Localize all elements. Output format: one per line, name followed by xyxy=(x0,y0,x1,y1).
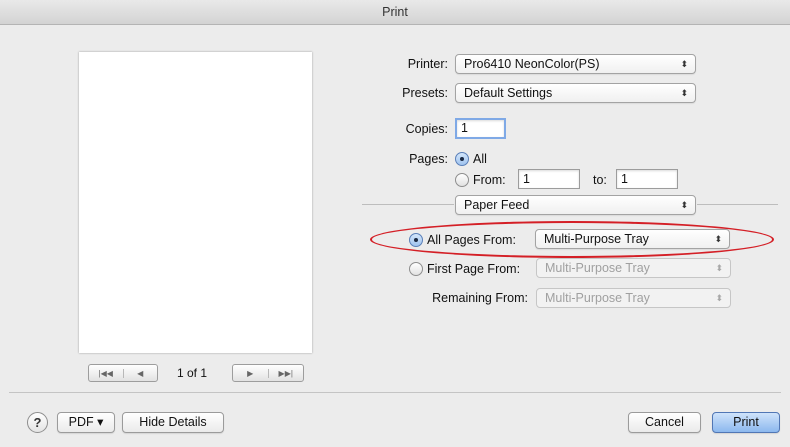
panel-separator-right xyxy=(697,204,778,205)
highlight-annotation-oval xyxy=(370,221,774,258)
preview-page-info: 1 of 1 xyxy=(177,366,208,380)
first-page-from-select[interactable]: Multi-Purpose Tray ⬍ xyxy=(536,258,731,278)
copies-label: Copies: xyxy=(405,122,448,136)
copies-field[interactable]: 1 xyxy=(455,118,506,139)
remaining-from-label: Remaining From: xyxy=(432,291,528,305)
cancel-button[interactable]: Cancel xyxy=(628,412,701,433)
next-page-icon[interactable]: ▶ xyxy=(233,369,268,378)
bottom-separator xyxy=(9,392,781,393)
pages-all-radio[interactable] xyxy=(455,152,469,166)
presets-select[interactable]: Default Settings ⬍ xyxy=(455,83,696,103)
panel-separator-left xyxy=(362,204,454,205)
printer-select-value: Pro6410 NeonColor(PS) xyxy=(464,57,600,71)
printer-label: Printer: xyxy=(407,57,448,71)
pages-from-radio[interactable] xyxy=(455,173,469,187)
first-page-from-radio[interactable] xyxy=(409,262,423,276)
select-arrows-icon: ⬍ xyxy=(680,88,688,98)
presets-select-value: Default Settings xyxy=(464,86,553,100)
window-titlebar: Print xyxy=(0,0,790,25)
preview-nav-forward-group: ▶ ▶▶| xyxy=(232,364,304,382)
last-page-icon[interactable]: ▶▶| xyxy=(267,368,304,378)
select-arrows-icon: ⬍ xyxy=(715,293,723,303)
remaining-from-value: Multi-Purpose Tray xyxy=(545,291,650,305)
pages-to-label: to: xyxy=(593,173,607,187)
print-button[interactable]: Print xyxy=(712,412,780,433)
window-title: Print xyxy=(382,5,408,19)
pages-from-field[interactable]: 1 xyxy=(518,169,580,189)
select-arrows-icon: ⬍ xyxy=(680,200,688,210)
print-preview-page xyxy=(79,52,312,353)
panel-select-value: Paper Feed xyxy=(464,198,530,212)
select-arrows-icon: ⬍ xyxy=(680,59,688,69)
presets-label: Presets: xyxy=(402,86,448,100)
first-page-from-label: First Page From: xyxy=(427,262,521,276)
printer-select[interactable]: Pro6410 NeonColor(PS) ⬍ xyxy=(455,54,696,74)
pages-to-field[interactable]: 1 xyxy=(616,169,678,189)
previous-page-icon[interactable]: ◀ xyxy=(122,368,158,378)
first-page-icon[interactable]: |◀◀ xyxy=(89,369,123,378)
pages-label: Pages: xyxy=(409,152,448,166)
preview-nav-back-group: |◀◀ ◀ xyxy=(88,364,158,382)
hide-details-button[interactable]: Hide Details xyxy=(122,412,224,433)
pages-all-label: All xyxy=(473,152,487,166)
first-page-from-value: Multi-Purpose Tray xyxy=(545,261,650,275)
pdf-button[interactable]: PDF ▾ xyxy=(57,412,115,433)
panel-select[interactable]: Paper Feed ⬍ xyxy=(455,195,696,215)
help-button[interactable]: ? xyxy=(27,412,48,433)
remaining-from-select[interactable]: Multi-Purpose Tray ⬍ xyxy=(536,288,731,308)
pages-from-label: From: xyxy=(473,173,506,187)
select-arrows-icon: ⬍ xyxy=(715,263,723,273)
